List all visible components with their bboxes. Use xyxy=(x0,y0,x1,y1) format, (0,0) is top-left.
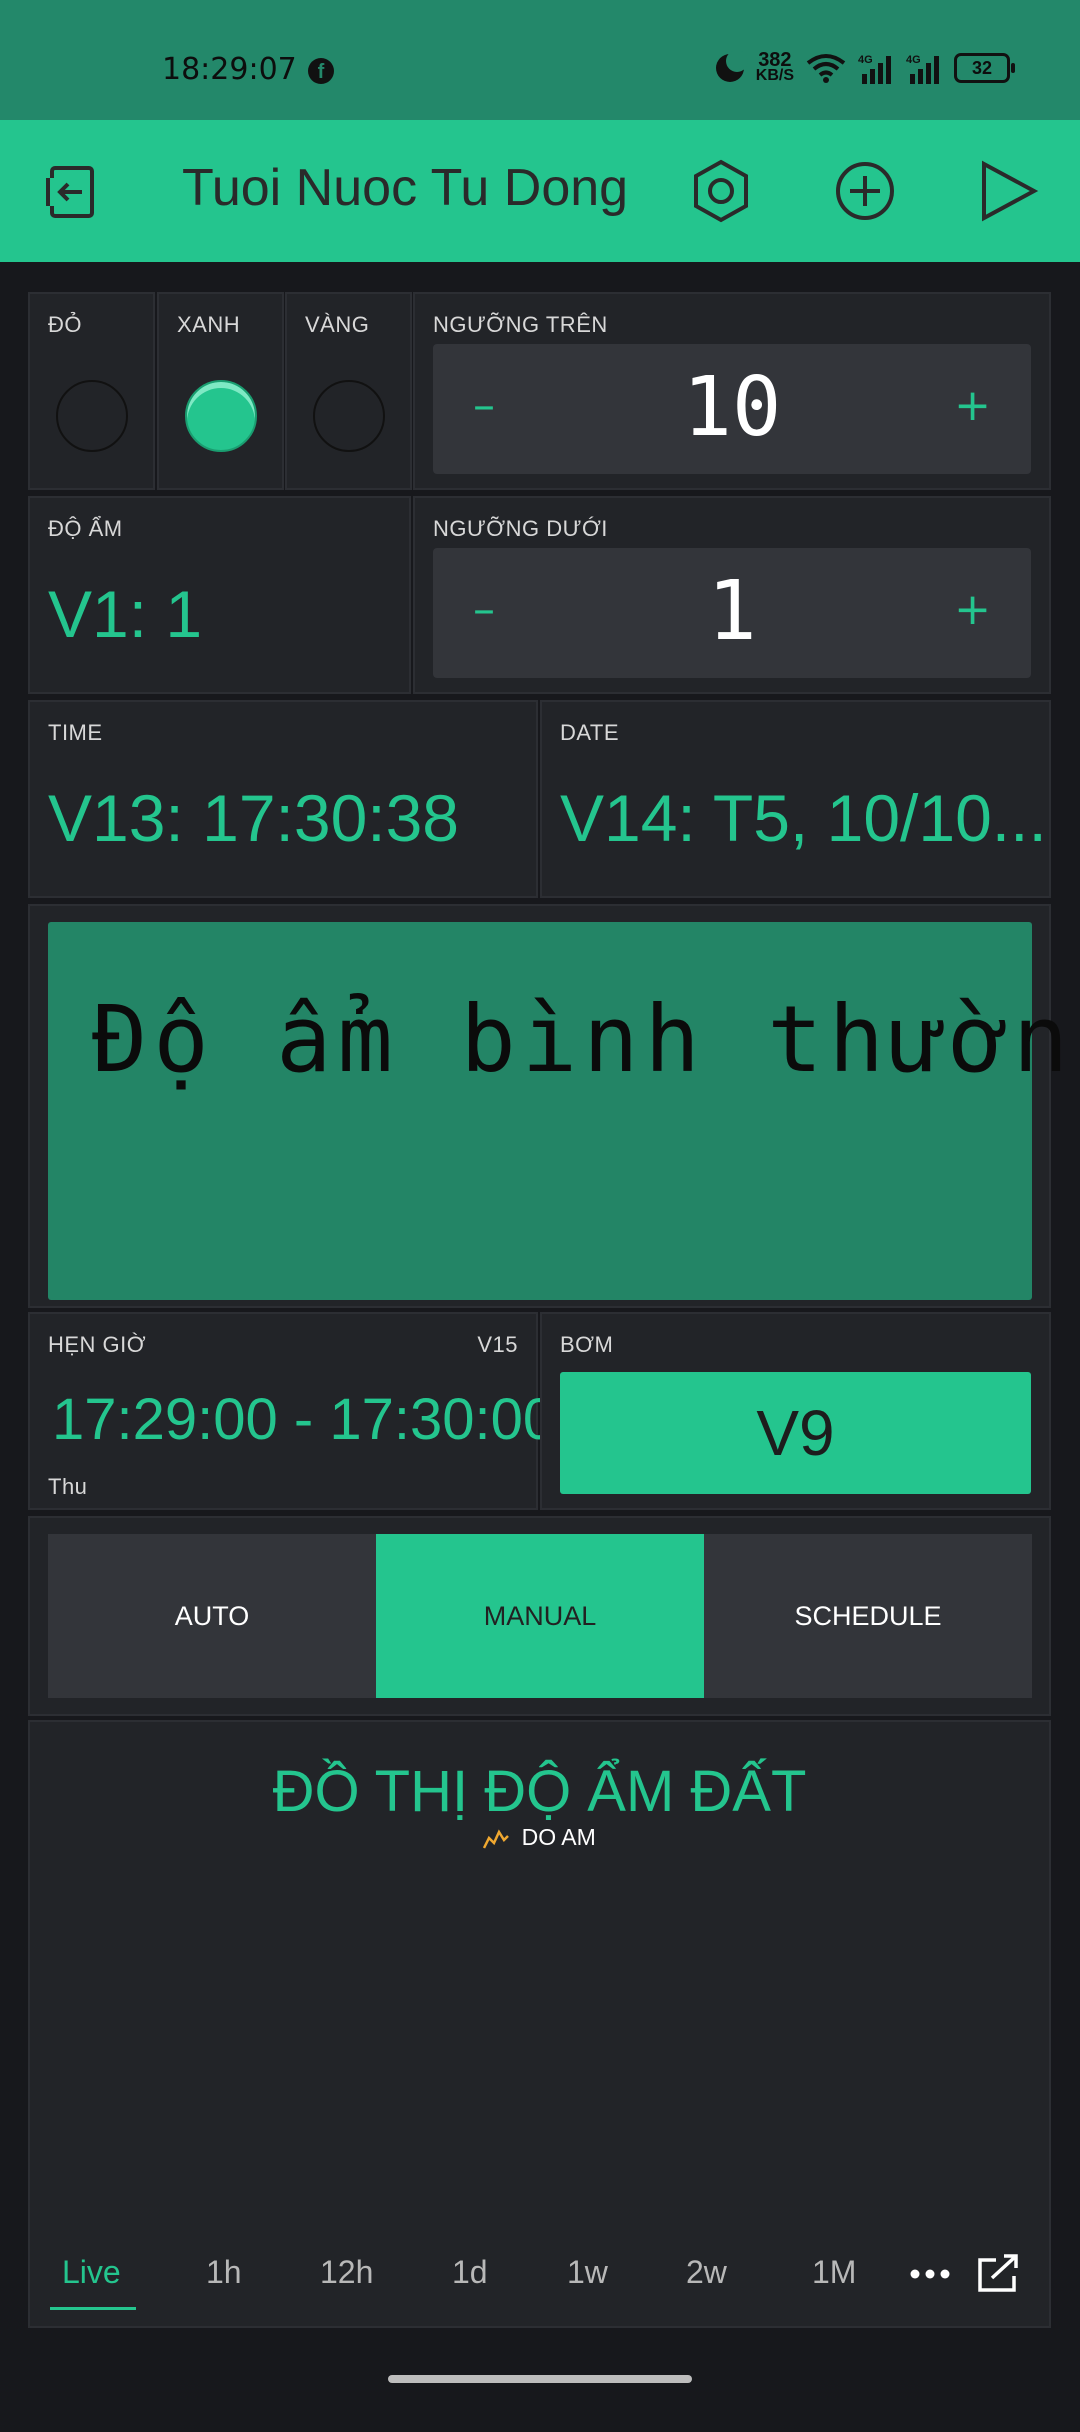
timer-card: HẸN GIỜ V15 17:29:00 - 17:30:00 Thu xyxy=(28,1312,555,1510)
mode-segmented-control: AUTO MANUAL SCHEDULE xyxy=(48,1534,1032,1698)
timer-day: Thu xyxy=(48,1474,88,1499)
more-options-icon[interactable] xyxy=(910,2268,950,2280)
network-speed: 382 KB/S xyxy=(755,49,794,84)
timer-pin: V15 xyxy=(477,1332,518,1357)
date-value: V14: T5, 10/10... xyxy=(560,781,1047,855)
network-type-1: 4G xyxy=(858,54,873,66)
pump-label: BƠM xyxy=(560,1332,614,1357)
range-1w[interactable]: 1w xyxy=(567,2254,608,2291)
humidity-value: V1: 1 xyxy=(48,577,203,651)
pump-button[interactable]: V9 xyxy=(560,1372,1031,1494)
time-card: TIME V13: 17:30:38 xyxy=(28,700,538,898)
humidity-card: ĐỘ ẨM V1: 1 xyxy=(28,496,411,694)
time-label: TIME xyxy=(48,720,103,745)
lcd-text: Độ ẩm bình thườn xyxy=(92,986,1075,1093)
app-bar: Tuoi Nuoc Tu Dong xyxy=(0,120,1080,262)
lcd-display: Độ ẩm bình thườn xyxy=(48,922,1068,1300)
upper-threshold-value: 10 xyxy=(682,360,782,455)
network-speed-unit: KB/S xyxy=(755,67,794,84)
lower-threshold-label: NGƯỠNG DƯỚI xyxy=(433,516,608,541)
pump-card: BƠM V9 xyxy=(540,1312,1051,1510)
exit-icon[interactable] xyxy=(36,156,106,226)
settings-icon[interactable] xyxy=(686,156,756,226)
network-type-2: 4G xyxy=(906,54,921,66)
play-icon[interactable] xyxy=(972,156,1042,226)
upper-threshold-card: NGƯỠNG TRÊN – 10 + xyxy=(413,292,1051,490)
led-green xyxy=(185,380,257,452)
upper-threshold-stepper: – 10 + xyxy=(433,344,1031,474)
wifi-icon xyxy=(806,54,846,83)
timer-label: HẸN GIỜ xyxy=(48,1332,147,1357)
signal-icon-1: 4G xyxy=(858,54,891,84)
time-range-selector: Live 1h 12h 1d 1w 2w 1M xyxy=(0,2240,1080,2320)
led-green-card: XANH xyxy=(157,292,284,490)
led-yellow xyxy=(313,380,385,452)
status-bar: 18:29:07 f 382 KB/S 4G 4G 32 xyxy=(0,0,1080,120)
mode-manual-tab[interactable]: MANUAL xyxy=(376,1534,704,1698)
led-red-label: ĐỎ xyxy=(48,312,82,337)
network-speed-value: 382 xyxy=(758,49,792,71)
date-label: DATE xyxy=(560,720,620,745)
status-time: 18:29:07 xyxy=(162,52,297,87)
range-active-underline xyxy=(50,2307,136,2310)
lower-threshold-increment[interactable]: + xyxy=(954,584,991,635)
chart-legend: DO AM xyxy=(30,1824,1049,1851)
range-1d[interactable]: 1d xyxy=(452,2254,488,2291)
led-red-card: ĐỎ xyxy=(28,292,155,490)
range-12h[interactable]: 12h xyxy=(320,2254,373,2291)
upper-threshold-increment[interactable]: + xyxy=(954,380,991,431)
time-value: V13: 17:30:38 xyxy=(48,781,460,855)
project-title: Tuoi Nuoc Tu Dong xyxy=(182,159,629,217)
mode-auto-tab[interactable]: AUTO xyxy=(48,1534,376,1698)
legend-line-chart-icon xyxy=(483,1829,510,1849)
led-green-label: XANH xyxy=(177,312,241,337)
upper-threshold-label: NGƯỠNG TRÊN xyxy=(433,312,608,337)
led-yellow-card: VÀNG xyxy=(285,292,412,490)
range-live[interactable]: Live xyxy=(62,2254,121,2291)
date-card: DATE V14: T5, 10/10... xyxy=(540,700,1051,898)
timer-range[interactable]: 17:29:00 - 17:30:00 xyxy=(52,1386,555,1453)
humidity-label: ĐỘ ẨM xyxy=(48,516,123,541)
lower-threshold-stepper: – 1 + xyxy=(433,548,1031,678)
home-indicator[interactable] xyxy=(388,2375,692,2383)
range-1h[interactable]: 1h xyxy=(206,2254,242,2291)
do-not-disturb-icon xyxy=(715,50,748,82)
lower-threshold-value: 1 xyxy=(707,564,757,659)
chart-title: ĐỒ THỊ ĐỘ ẨM ĐẤT xyxy=(272,1759,807,1824)
export-fullscreen-icon[interactable] xyxy=(976,2254,1020,2294)
lower-threshold-card: NGƯỠNG DƯỚI – 1 + xyxy=(413,496,1051,694)
range-1m[interactable]: 1M xyxy=(812,2254,856,2291)
battery-indicator: 32 xyxy=(954,53,1015,83)
facebook-icon: f xyxy=(308,58,334,84)
chart-card: ĐỒ THỊ ĐỘ ẨM ĐẤT DO AM xyxy=(28,1720,1051,2328)
led-yellow-label: VÀNG xyxy=(305,312,370,337)
range-2w[interactable]: 2w xyxy=(686,2254,727,2291)
add-widget-icon[interactable] xyxy=(830,156,900,226)
chart-plot-area xyxy=(60,1872,360,2432)
led-red xyxy=(56,380,128,452)
signal-icon-2: 4G xyxy=(906,54,939,84)
mode-schedule-tab[interactable]: SCHEDULE xyxy=(704,1534,1032,1698)
status-icons: 382 KB/S 4G 4G 32 xyxy=(715,49,1015,84)
legend-series-name: DO AM xyxy=(521,1824,596,1850)
